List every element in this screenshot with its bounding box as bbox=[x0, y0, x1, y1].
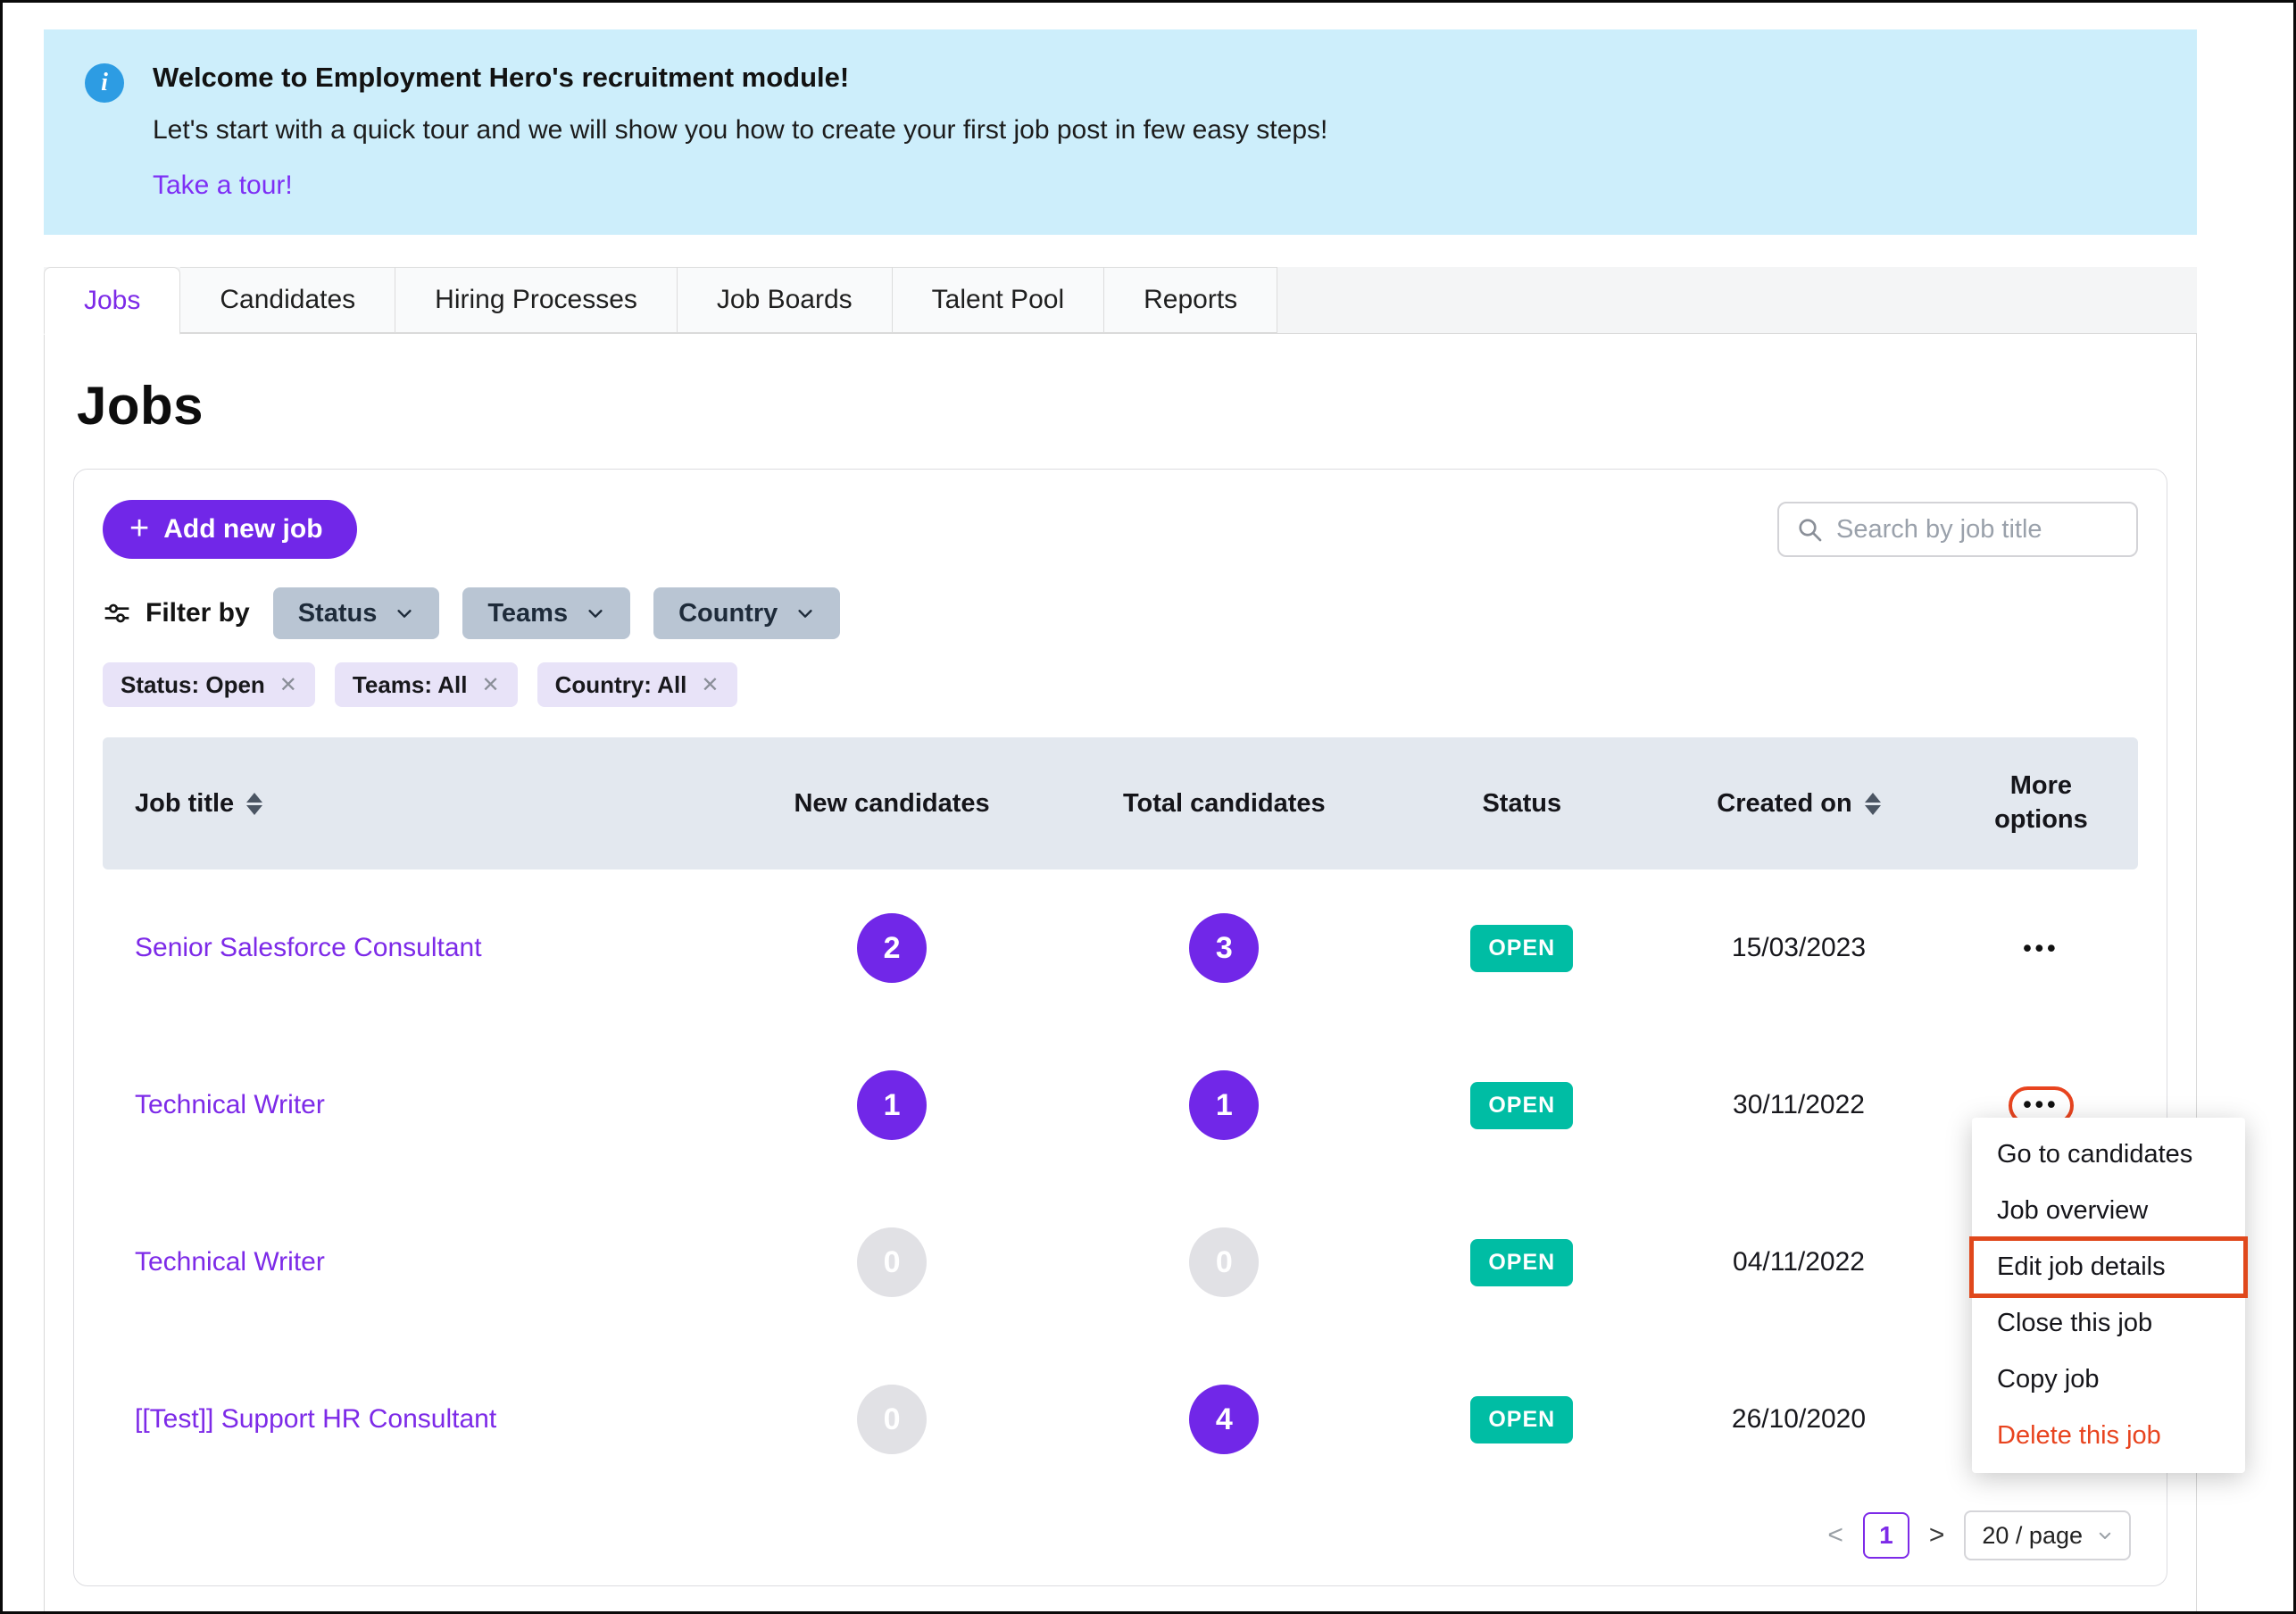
plus-icon: + bbox=[129, 509, 150, 547]
header-total-candidates: Total candidates bbox=[1122, 788, 1326, 818]
created-date: 15/03/2023 bbox=[1731, 933, 1867, 962]
count-circle: 3 bbox=[1189, 913, 1260, 983]
tab-jobs[interactable]: Jobs bbox=[44, 267, 181, 335]
table-body: Senior Salesforce Consultant 2 3 OPEN 15… bbox=[103, 869, 2248, 1498]
count-circle: 1 bbox=[1189, 1070, 1260, 1140]
job-title-link[interactable]: [[Test]] Support HR Consultant bbox=[103, 1404, 726, 1435]
chevron-down-icon bbox=[798, 610, 812, 618]
previous-page-icon[interactable]: < bbox=[1827, 1520, 1843, 1551]
tab-candidates[interactable]: Candidates bbox=[180, 267, 396, 333]
welcome-banner: i Welcome to Employment Hero's recruitme… bbox=[44, 29, 2197, 235]
count-circle: 0 bbox=[1189, 1227, 1260, 1297]
take-a-tour-link[interactable]: Take a tour! bbox=[153, 171, 1327, 201]
tab-job-boards[interactable]: Job Boards bbox=[677, 267, 893, 333]
menu-item-edit-job-details[interactable]: Edit job details bbox=[1969, 1236, 2248, 1298]
toolbar: + Add new job bbox=[103, 500, 2138, 559]
country-filter-dropdown[interactable]: Country bbox=[653, 587, 841, 639]
tab-talent-pool[interactable]: Talent Pool bbox=[892, 267, 1105, 333]
count-circle: 1 bbox=[857, 1070, 928, 1140]
table-row: [[Test]] Support HR Consultant 0 4 OPEN … bbox=[103, 1341, 2138, 1498]
pagination: < 1 > 20 / page bbox=[103, 1510, 2138, 1560]
page-size-select[interactable]: 20 / page bbox=[1964, 1510, 2131, 1560]
close-icon[interactable]: ✕ bbox=[701, 672, 719, 698]
table-row: Senior Salesforce Consultant 2 3 OPEN 15… bbox=[103, 869, 2138, 1027]
filter-tag-status: Status: Open ✕ bbox=[103, 662, 315, 707]
header-more-options: More options bbox=[1994, 771, 2088, 834]
menu-item-copy-job[interactable]: Copy job bbox=[1972, 1352, 2245, 1408]
chevron-down-icon bbox=[397, 610, 412, 618]
sort-icon[interactable] bbox=[246, 792, 263, 815]
table-row: Technical Writer 1 1 OPEN 30/11/2022 ••• bbox=[103, 1027, 2138, 1184]
filter-tag-teams: Teams: All ✕ bbox=[334, 662, 518, 707]
current-page-button[interactable]: 1 bbox=[1862, 1512, 1909, 1559]
chevron-down-icon bbox=[588, 610, 603, 618]
created-date: 26/10/2020 bbox=[1731, 1404, 1867, 1434]
status-badge: OPEN bbox=[1470, 1238, 1574, 1286]
job-title-link[interactable]: Technical Writer bbox=[103, 1090, 726, 1120]
tab-reports[interactable]: Reports bbox=[1104, 267, 1278, 333]
tab-bar-spacer bbox=[1277, 267, 2197, 333]
next-page-icon[interactable]: > bbox=[1929, 1520, 1945, 1551]
header-new-candidates: New candidates bbox=[794, 788, 990, 818]
more-options-icon[interactable]: ••• bbox=[2023, 935, 2059, 961]
created-date: 04/11/2022 bbox=[1733, 1247, 1865, 1277]
table-header: Job title New candidates Total candidate… bbox=[103, 737, 2138, 869]
chevron-down-icon bbox=[2099, 1532, 2111, 1539]
count-circle: 2 bbox=[857, 913, 928, 983]
filter-tag-country: Country: All ✕ bbox=[537, 662, 737, 707]
search-box bbox=[1777, 502, 2138, 557]
banner-text: Welcome to Employment Hero's recruitment… bbox=[153, 62, 1327, 201]
more-options-menu: Go to candidates Job overview Edit job d… bbox=[1969, 1118, 2248, 1473]
add-new-job-button[interactable]: + Add new job bbox=[103, 500, 357, 559]
page-title: Jobs bbox=[77, 376, 204, 436]
count-circle: 4 bbox=[1189, 1385, 1260, 1454]
close-icon[interactable]: ✕ bbox=[482, 672, 500, 698]
teams-filter-dropdown[interactable]: Teams bbox=[462, 587, 631, 639]
close-icon[interactable]: ✕ bbox=[279, 672, 297, 698]
created-date: 30/11/2022 bbox=[1733, 1090, 1865, 1119]
status-badge: OPEN bbox=[1470, 1395, 1574, 1443]
status-badge: OPEN bbox=[1470, 1081, 1574, 1129]
header-status: Status bbox=[1482, 788, 1562, 818]
header-job-title: Job title bbox=[103, 789, 726, 819]
banner-subtitle: Let's start with a quick tour and we wil… bbox=[153, 115, 1328, 145]
filter-by-label: Filter by bbox=[103, 598, 250, 628]
active-filter-tags: Status: Open ✕ Teams: All ✕ Country: All… bbox=[103, 662, 2138, 707]
banner-title: Welcome to Employment Hero's recruitment… bbox=[153, 62, 850, 93]
jobs-card: + Add new job Search by job title Filter… bbox=[73, 469, 2248, 1586]
menu-item-close-this-job[interactable]: Close this job bbox=[1972, 1295, 2245, 1352]
sort-icon[interactable] bbox=[1864, 792, 1881, 815]
count-circle: 0 bbox=[857, 1227, 928, 1297]
table-row: Technical Writer 0 0 OPEN 04/11/2022 ••• bbox=[103, 1184, 2138, 1341]
jobs-panel: Jobs + Add new job Search by job title F… bbox=[44, 333, 2248, 1611]
header-created-on: Created on bbox=[1653, 789, 1944, 819]
filter-row: Filter by Status Teams Country bbox=[103, 587, 2138, 639]
more-options-icon[interactable]: ••• bbox=[2023, 1091, 2059, 1118]
job-title-link[interactable]: Senior Salesforce Consultant bbox=[103, 933, 726, 963]
search-icon bbox=[1795, 515, 1824, 548]
menu-item-go-to-candidates[interactable]: Go to candidates bbox=[1972, 1127, 2245, 1183]
recruitment-module-page: i Welcome to Employment Hero's recruitme… bbox=[0, 0, 2296, 1614]
menu-item-job-overview[interactable]: Job overview bbox=[1972, 1183, 2245, 1239]
search-input[interactable] bbox=[1777, 502, 2138, 557]
status-badge: OPEN bbox=[1470, 924, 1574, 972]
menu-item-delete-this-job[interactable]: Delete this job bbox=[1972, 1408, 2245, 1464]
status-filter-dropdown[interactable]: Status bbox=[272, 587, 440, 639]
tab-hiring-processes[interactable]: Hiring Processes bbox=[395, 267, 678, 333]
job-title-link[interactable]: Technical Writer bbox=[103, 1247, 726, 1277]
info-icon: i bbox=[85, 63, 124, 103]
sliders-icon bbox=[104, 603, 129, 623]
add-new-job-label: Add new job bbox=[163, 514, 323, 544]
tab-bar: Jobs Candidates Hiring Processes Job Boa… bbox=[44, 267, 2197, 335]
count-circle: 0 bbox=[857, 1385, 928, 1454]
